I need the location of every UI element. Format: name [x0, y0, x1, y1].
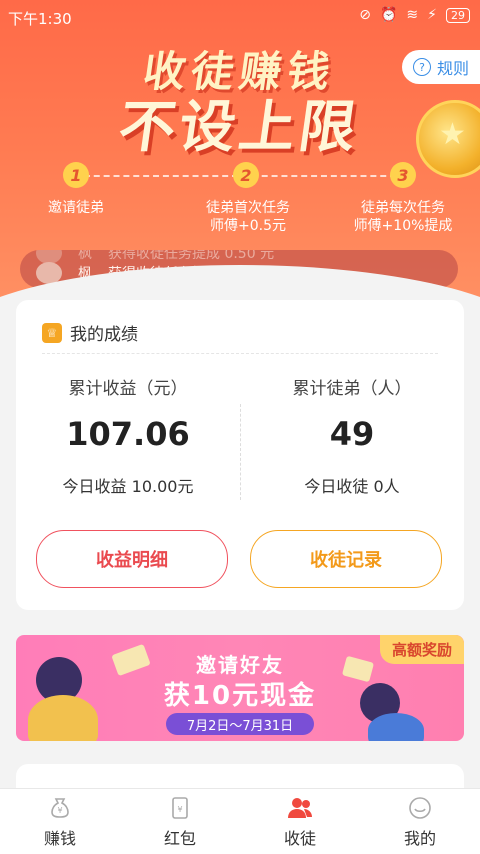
battery-icon: 29: [446, 7, 470, 23]
alarm-icon: ⏰: [379, 7, 398, 23]
step-number-2: 2: [233, 162, 259, 188]
card-header: ♕ 我的成绩: [42, 320, 138, 345]
svg-text:¥: ¥: [177, 805, 182, 814]
income-details-button[interactable]: 收益明细: [36, 530, 228, 588]
ticker-row: 枫 获得收徒任务提成 0.50 元: [36, 262, 274, 284]
step-label-2: 徒弟首次任务 师傅+0.5元: [158, 199, 338, 235]
card-title: 我的成绩: [70, 325, 138, 345]
total-income-value: 107.06: [66, 415, 190, 453]
money-bag-icon: ¥: [47, 795, 73, 821]
step-2-reward: 师傅+0.5元: [210, 218, 286, 234]
tab-earn[interactable]: ¥ 赚钱: [0, 789, 120, 854]
bottom-tab-bar: ¥ 赚钱 ¥ 红包 收徒 我的: [0, 788, 480, 854]
tab-mine[interactable]: 我的: [360, 789, 480, 854]
ticker-username: 枫: [78, 266, 92, 282]
status-time: 下午1:30: [8, 10, 72, 28]
ticker-text: 获得收徒任务提成 0.50 元: [108, 266, 275, 282]
status-bar: 下午1:30 ⊘ ⏰ ≋ ⚡ 29: [0, 0, 480, 34]
rules-button[interactable]: ? 规则: [402, 50, 480, 84]
banner-date-range: 7月2日～7月31日: [166, 713, 314, 735]
total-apprentice-stat: 累计徒弟（人） 49 今日收徒 0人: [240, 374, 464, 497]
tab-label: 收徒: [283, 828, 316, 848]
apprentice-records-button[interactable]: 收徒记录: [250, 530, 442, 588]
avatar: [36, 262, 62, 284]
smile-icon: [407, 795, 433, 821]
total-apprentice-value: 49: [329, 415, 375, 453]
banner-subtitle: 获10元现金: [163, 681, 317, 711]
step-number-1: 1: [63, 162, 89, 188]
hero-header: 下午1:30 ⊘ ⏰ ≋ ⚡ 29 收徒赚钱 不设上限 ★ 1 2 3 邀请徒弟…: [0, 0, 480, 330]
step-label-1: 邀请徒弟: [0, 199, 166, 217]
mute-icon: ⊘: [359, 7, 371, 23]
svg-text:¥: ¥: [57, 806, 62, 815]
divider: [42, 353, 438, 354]
step-label-3: 徒弟每次任务 师傅+10%提成: [313, 199, 480, 235]
step-2-text: 徒弟首次任务: [206, 200, 290, 216]
achievement-card: ♕ 我的成绩 累计收益（元） 107.06 今日收益 10.00元 累计徒弟（人…: [16, 300, 464, 610]
invite-friends-banner[interactable]: 高额奖励 邀请好友 获10元现金 7月2日～7月31日: [16, 635, 464, 741]
step-3-text: 徒弟每次任务: [361, 200, 445, 216]
tab-label: 我的: [403, 828, 436, 848]
step-1-text: 邀请徒弟: [48, 200, 104, 216]
hero-title-line2: 不设上限: [114, 95, 364, 160]
total-apprentice-label: 累计徒弟（人）: [292, 379, 412, 399]
total-income-label: 累计收益（元）: [68, 379, 188, 399]
status-icons: ⊘ ⏰ ≋ ⚡ 29: [359, 7, 470, 23]
tab-label: 红包: [163, 828, 196, 848]
charging-icon: ⚡: [427, 7, 437, 23]
today-income: 今日收益 10.00元: [62, 477, 194, 496]
banner-title: 邀请好友: [196, 653, 284, 677]
tab-apprentice[interactable]: 收徒: [240, 789, 360, 854]
tab-label: 赚钱: [43, 828, 76, 848]
gold-coin-icon: ★: [416, 100, 480, 178]
trophy-icon: ♕: [42, 322, 62, 343]
step-number-3: 3: [390, 162, 416, 188]
red-packet-icon: ¥: [167, 795, 193, 821]
today-apprentice: 今日收徒 0人: [304, 477, 400, 496]
people-icon: [287, 795, 313, 821]
step-3-reward: 师傅+10%提成: [353, 218, 453, 234]
question-icon: ?: [412, 58, 431, 76]
tab-red-packet[interactable]: ¥ 红包: [120, 789, 240, 854]
total-income-stat: 累计收益（元） 107.06 今日收益 10.00元: [16, 374, 240, 497]
rules-label: 规则: [436, 59, 469, 78]
wifi-icon: ≋: [406, 7, 419, 23]
illustration-person: [368, 713, 424, 741]
earnings-ticker: 枫 获得收徒任务提成 0.50 元 枫 获得收徒任务提成 0.50 元: [20, 250, 458, 288]
